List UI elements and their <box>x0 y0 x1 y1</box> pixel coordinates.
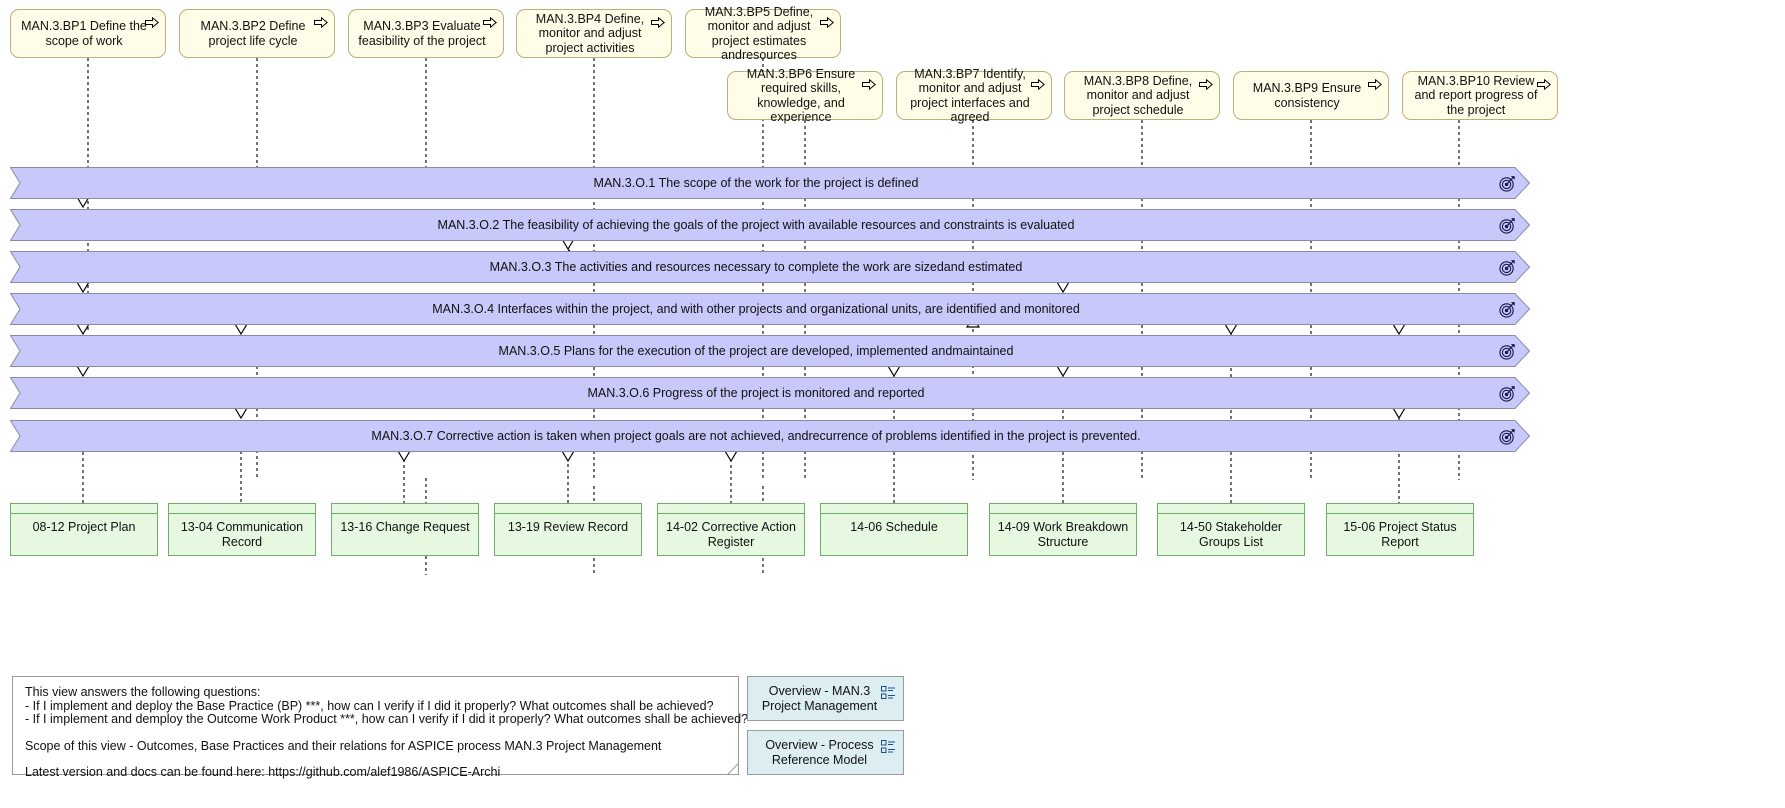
view-description-note: This view answers the following question… <box>12 676 749 779</box>
work-product-wp7[interactable]: 14-09 Work Breakdown Structure <box>989 503 1137 556</box>
work-product-label: 15-06 Project Status Report <box>1343 520 1457 549</box>
process-arrow-icon <box>862 79 876 90</box>
goal-target-icon <box>1499 429 1515 445</box>
work-product-wp1[interactable]: 08-12 Project Plan <box>10 503 158 556</box>
outcome-label: MAN.3.O.5 Plans for the execution of the… <box>498 344 1014 358</box>
work-product-label: 13-04 Communication Record <box>180 520 304 549</box>
outcome-label: MAN.3.O.2 The feasibility of achieving t… <box>437 218 1075 232</box>
document-tab <box>1327 504 1473 514</box>
bp-box-bp4[interactable]: MAN.3.BP4 Define, monitor and adjust pro… <box>516 9 672 58</box>
bp-box-bp7[interactable]: MAN.3.BP7 Identify, monitor and adjust p… <box>896 67 1052 124</box>
bp-label: MAN.3.BP1 Define the scope of work <box>21 19 147 48</box>
work-product-label: 14-09 Work Breakdown Structure <box>997 520 1129 549</box>
bp-label: MAN.3.BP5 Define, monitor and adjust pro… <box>704 4 814 63</box>
bp-box-bp8[interactable]: MAN.3.BP8 Define, monitor and adjust pro… <box>1064 71 1220 120</box>
bp-label: MAN.3.BP10 Review and report progress of… <box>1414 73 1538 117</box>
bp-label: MAN.3.BP9 Ensure consistency <box>1252 81 1362 110</box>
bp-box-bp9[interactable]: MAN.3.BP9 Ensure consistency <box>1233 71 1389 120</box>
goal-target-icon <box>1499 302 1515 318</box>
note-line-5: Latest version and docs can be found her… <box>25 765 501 780</box>
outcome-label: MAN.3.O.4 Interfaces within the project,… <box>432 302 1080 316</box>
outcome-bar-o3[interactable]: MAN.3.O.3 The activities and resources n… <box>10 251 1530 283</box>
goal-target-icon <box>1499 386 1515 402</box>
process-arrow-icon <box>1199 79 1213 90</box>
bp-label: MAN.3.BP2 Define project life cycle <box>200 19 306 48</box>
process-arrow-icon <box>1537 79 1551 90</box>
work-product-wp5[interactable]: 14-02 Corrective Action Register <box>657 503 805 556</box>
document-tab <box>11 504 157 514</box>
note-spacer <box>25 727 726 740</box>
view-list-icon <box>881 740 895 753</box>
outcome-label: MAN.3.O.6 Progress of the project is mon… <box>587 386 925 400</box>
outcome-bar-o4[interactable]: MAN.3.O.4 Interfaces within the project,… <box>10 293 1530 325</box>
note-fold-corner-icon <box>727 763 739 775</box>
bp-box-bp10[interactable]: MAN.3.BP10 Review and report progress of… <box>1402 71 1558 120</box>
outcome-bar-o2[interactable]: MAN.3.O.2 The feasibility of achieving t… <box>10 209 1530 241</box>
work-product-label: 08-12 Project Plan <box>32 520 136 534</box>
goal-target-icon <box>1499 176 1515 192</box>
document-tab <box>821 504 967 514</box>
process-arrow-icon <box>1031 79 1045 90</box>
view-ref-process-reference-model[interactable]: Overview - Process Reference Model <box>747 730 904 775</box>
outcome-bar-o1[interactable]: MAN.3.O.1 The scope of the work for the … <box>10 167 1530 199</box>
process-arrow-icon <box>820 17 834 28</box>
process-arrow-icon <box>314 17 328 28</box>
goal-target-icon <box>1499 344 1515 360</box>
work-product-wp4[interactable]: 13-19 Review Record <box>494 503 642 556</box>
document-tab <box>169 504 315 514</box>
outcome-bar-o7[interactable]: MAN.3.O.7 Corrective action is taken whe… <box>10 420 1530 452</box>
bp-box-bp1[interactable]: MAN.3.BP1 Define the scope of work <box>10 9 166 58</box>
bp-label: MAN.3.BP3 Evaluate feasibility of the pr… <box>358 19 486 48</box>
document-tab <box>1158 504 1304 514</box>
note-line-1: This view answers the following question… <box>25 685 261 699</box>
work-product-wp2[interactable]: 13-04 Communication Record <box>168 503 316 556</box>
work-product-wp3[interactable]: 13-16 Change Request <box>331 503 479 556</box>
bp-label: MAN.3.BP4 Define, monitor and adjust pro… <box>535 11 645 55</box>
process-arrow-icon <box>651 17 665 28</box>
bp-label: MAN.3.BP7 Identify, monitor and adjust p… <box>910 66 1030 125</box>
work-product-label: 14-50 Stakeholder Groups List <box>1179 520 1283 549</box>
bp-box-bp6[interactable]: MAN.3.BP6 Ensure required skills, knowle… <box>727 67 883 124</box>
process-arrow-icon <box>145 17 159 28</box>
bp-label: MAN.3.BP6 Ensure required skills, knowle… <box>746 66 856 125</box>
goal-target-icon <box>1499 218 1515 234</box>
work-product-label: 13-19 Review Record <box>507 520 629 534</box>
work-product-label: 14-02 Corrective Action Register <box>666 520 796 549</box>
bp-box-bp3[interactable]: MAN.3.BP3 Evaluate feasibility of the pr… <box>348 9 504 58</box>
bp-box-bp5[interactable]: MAN.3.BP5 Define, monitor and adjust pro… <box>685 5 841 62</box>
outcome-bar-o6[interactable]: MAN.3.O.6 Progress of the project is mon… <box>10 377 1530 409</box>
view-list-icon <box>881 686 895 699</box>
note-line-2: - If I implement and deploy the Base Pra… <box>25 698 714 713</box>
outcome-label: MAN.3.O.3 The activities and resources n… <box>489 260 1023 274</box>
work-product-label: 14-06 Schedule <box>850 520 938 534</box>
document-tab <box>332 504 478 514</box>
work-product-wp6[interactable]: 14-06 Schedule <box>820 503 968 556</box>
work-product-label: 13-16 Change Request <box>340 520 470 534</box>
process-arrow-icon <box>483 17 497 28</box>
goal-target-icon <box>1499 260 1515 276</box>
view-ref-label: Overview - MAN.3 Project Management <box>761 683 878 713</box>
bp-box-bp2[interactable]: MAN.3.BP2 Define project life cycle <box>179 9 335 58</box>
document-tab <box>990 504 1136 514</box>
document-tab <box>495 504 641 514</box>
outcome-label: MAN.3.O.1 The scope of the work for the … <box>593 176 919 190</box>
diagram-canvas: MAN.3.BP1 Define the scope of work MAN.3… <box>0 0 1785 808</box>
work-product-wp8[interactable]: 14-50 Stakeholder Groups List <box>1157 503 1305 556</box>
bp-label: MAN.3.BP8 Define, monitor and adjust pro… <box>1083 73 1193 117</box>
process-arrow-icon <box>1368 79 1382 90</box>
outcome-label: MAN.3.O.7 Corrective action is taken whe… <box>371 429 1141 443</box>
view-ref-man3-project-management[interactable]: Overview - MAN.3 Project Management <box>747 676 904 721</box>
note-line-3: - If I implement and demploy the Outcome… <box>25 712 749 727</box>
outcome-bar-o5[interactable]: MAN.3.O.5 Plans for the execution of the… <box>10 335 1530 367</box>
note-line-4: Scope of this view - Outcomes, Base Prac… <box>25 738 662 753</box>
work-product-wp9[interactable]: 15-06 Project Status Report <box>1326 503 1474 556</box>
view-ref-label: Overview - Process Reference Model <box>765 737 874 767</box>
document-tab <box>658 504 804 514</box>
